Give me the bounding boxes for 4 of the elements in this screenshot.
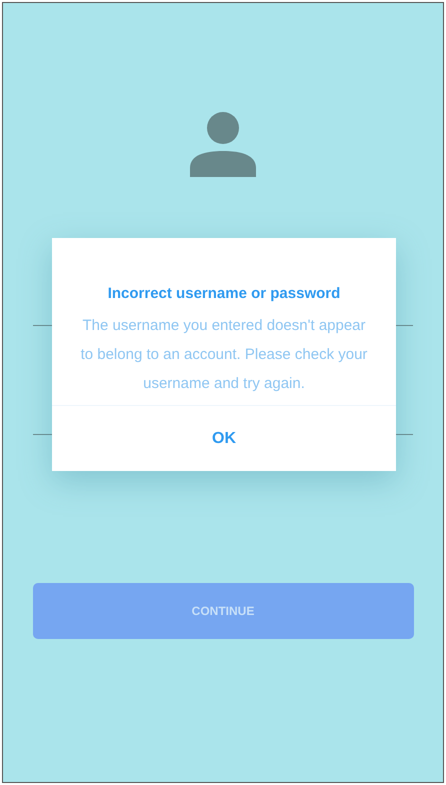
ok-button[interactable]: OK: [52, 406, 396, 471]
dialog-message: The username you entered doesn't appear to belong to an account. Please check your username and try again.: [80, 316, 368, 394]
dialog-title: Incorrect username or password: [108, 284, 340, 304]
user-icon: [190, 111, 256, 177]
